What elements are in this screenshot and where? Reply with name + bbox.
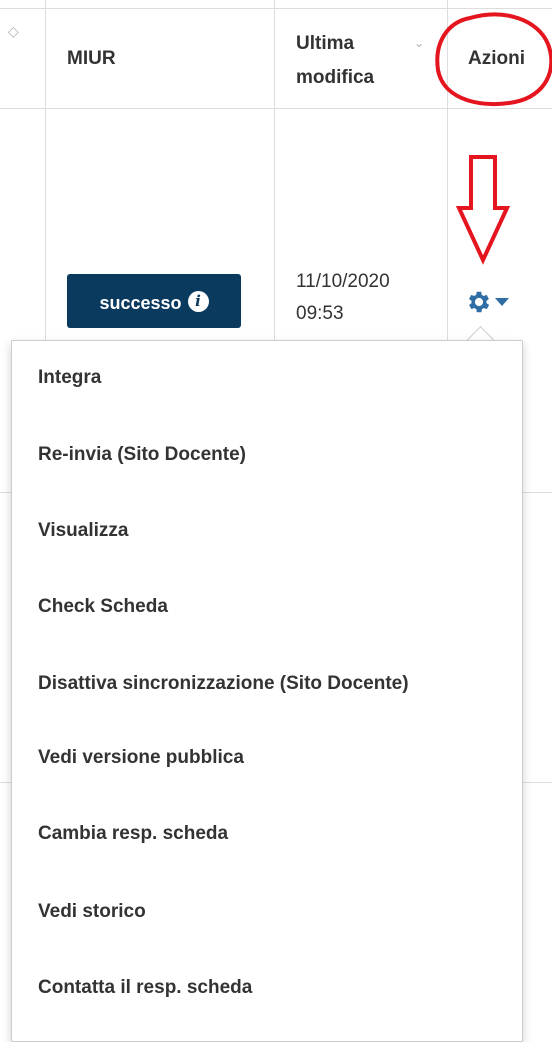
caret-down-icon <box>495 298 509 306</box>
annotation-arrow <box>455 155 511 265</box>
menu-item-check-scheda[interactable]: Check Scheda <box>12 587 522 627</box>
menu-item-vedi-storico[interactable]: Vedi storico <box>12 892 522 932</box>
menu-item-contatta-resp-scheda[interactable]: Contatta il resp. scheda <box>12 968 522 1008</box>
table-header-border <box>0 108 552 109</box>
column-header-miur[interactable]: MIUR <box>67 44 116 74</box>
menu-item-vedi-versione-pubblica[interactable]: Vedi versione pubblica <box>12 738 522 778</box>
menu-item-disattiva-sincronizzazione[interactable]: Disattiva sincronizzazione (Sito Docente… <box>12 664 522 704</box>
menu-item-re-invia[interactable]: Re-invia (Sito Docente) <box>12 435 522 475</box>
info-icon[interactable]: i <box>187 290 209 312</box>
menu-item-visualizza[interactable]: Visualizza <box>12 511 522 551</box>
sort-icon[interactable]: ◇ <box>8 24 19 38</box>
last-modified-date: 11/10/2020 09:53 <box>296 266 390 330</box>
gear-icon <box>468 291 490 313</box>
column-header-ultima-modifica[interactable]: Ultima modifica <box>296 27 374 95</box>
actions-menu: Integra Re-invia (Sito Docente) Visualiz… <box>11 340 523 1042</box>
actions-dropdown-button[interactable] <box>465 284 525 320</box>
column-header-label: modifica <box>296 67 375 88</box>
status-badge[interactable]: successo i <box>67 274 241 328</box>
menu-item-cambia-resp-scheda[interactable]: Cambia resp. scheda <box>12 814 522 854</box>
column-header-azioni: Azioni <box>468 48 525 69</box>
table-top-border <box>0 8 552 9</box>
menu-item-integra[interactable]: Integra <box>12 358 522 398</box>
status-badge-label: successo <box>99 292 182 313</box>
sort-icon[interactable]: ⌄ <box>414 36 424 50</box>
date-value: 11/10/2020 <box>296 271 390 292</box>
time-value: 09:53 <box>296 303 344 324</box>
column-header-label: Ultima <box>296 33 355 54</box>
